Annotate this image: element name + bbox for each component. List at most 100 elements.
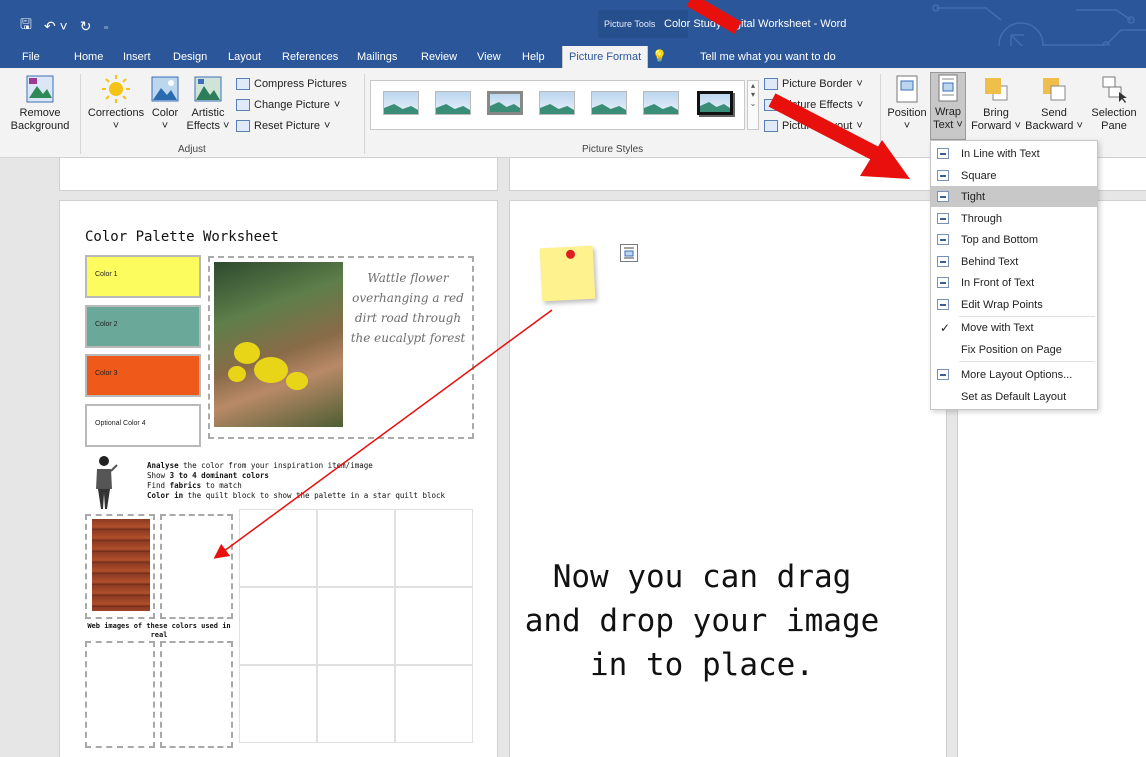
quilt-cell[interactable] [395,587,473,665]
worksheet-title: Color Palette Worksheet [85,229,279,245]
web-image-slot-4[interactable] [160,641,233,748]
web-image-slot-3[interactable] [85,641,155,748]
color-swatch-4[interactable]: Optional Color 4 [85,404,201,447]
change-picture-icon [236,99,250,111]
top-bottom-icon [937,234,949,245]
customize-qat-icon[interactable]: ₌ [103,21,108,32]
position-button[interactable]: Position ˅ [884,74,930,133]
menu-behind-text[interactable]: Behind Text [931,251,1097,272]
tab-references[interactable]: References [282,51,338,63]
quilt-cell[interactable] [317,509,395,587]
picture-style-thumb[interactable] [697,91,733,115]
corrections-label: Corrections [87,107,145,119]
picture-border-button[interactable]: Picture Border ˅ [764,78,863,90]
picture-style-thumb[interactable] [539,91,575,115]
remove-bg-label-2: Background [10,120,70,132]
send-label-1: Send [1041,107,1067,119]
picture-effects-icon [764,99,778,111]
inspiration-photo[interactable] [214,262,343,427]
web-images-label: Web images of these colors used in real [87,622,231,639]
quilt-cell[interactable] [239,665,317,743]
tab-insert[interactable]: Insert [123,51,151,63]
instruction-line-2: Show 3 to 4 dominant colors [147,471,269,480]
picture-layout-button[interactable]: Picture Layout ˅ [764,120,863,132]
menu-edit-wrap-points[interactable]: Edit Wrap Points [931,294,1097,315]
web-image-slot-2[interactable] [160,514,233,619]
tell-me-box[interactable]: Tell me what you want to do [700,51,836,63]
square-wrap-icon [937,170,949,181]
color-swatch-3[interactable]: Color 3 [85,354,201,397]
remove-bg-label-1: Remove [19,107,61,119]
picture-style-thumb[interactable] [383,91,419,115]
selection-pane-button[interactable]: Selection Pane [1086,74,1142,133]
reset-picture-button[interactable]: Reset Picture ˅ [236,120,330,132]
wrap-text-button[interactable]: Wrap Text ˅ [930,72,966,140]
tab-home[interactable]: Home [74,51,103,63]
quilt-cell[interactable] [239,587,317,665]
lightbulb-icon[interactable]: 💡 [652,49,667,63]
corrections-button[interactable]: Corrections ˅ [86,74,146,133]
color-swatch-1[interactable]: Color 1 [85,255,201,298]
remove-background-button[interactable]: Remove Background [4,74,76,133]
reset-picture-label: Reset Picture [254,120,321,132]
send-backward-button[interactable]: Send Backward ˅ [1025,74,1083,133]
selection-label-1: Selection [1091,107,1137,119]
selection-pane-icon [1102,76,1127,103]
picture-style-thumb[interactable] [435,91,471,115]
menu-in-front-of-text[interactable]: In Front of Text [931,272,1097,293]
document-title: Color Study Digital Worksheet - Word [664,18,847,30]
picture-style-thumb[interactable] [487,91,523,115]
wrap-label-1: Wrap [934,106,962,118]
tab-picture-format[interactable]: Picture Format [562,46,649,68]
menu-top-and-bottom[interactable]: Top and Bottom [931,229,1097,250]
tab-review[interactable]: Review [421,51,457,63]
tab-layout[interactable]: Layout [228,51,261,63]
menu-separator [959,361,1095,362]
undo-icon[interactable]: ↶ ˅ [44,18,68,35]
picture-style-thumb[interactable] [591,91,627,115]
menu-fix-position[interactable]: Fix Position on Page [931,339,1097,360]
quilt-cell[interactable] [395,509,473,587]
menu-set-default-layout[interactable]: Set as Default Layout [931,386,1097,407]
change-picture-label: Change Picture [254,99,330,111]
picture-effects-label: Picture Effects [782,99,853,111]
quilt-cell[interactable] [239,509,317,587]
layout-options-icon[interactable] [620,244,638,262]
menu-tight[interactable]: Tight [931,186,1097,207]
tab-help[interactable]: Help [522,51,545,63]
change-picture-button[interactable]: Change Picture ˅ [236,99,340,111]
ribbon-separator [880,74,881,154]
menu-in-line-with-text[interactable]: In Line with Text [931,143,1097,164]
quilt-cell[interactable] [395,665,473,743]
color-swatch-2[interactable]: Color 2 [85,305,201,348]
bring-forward-icon [985,78,1008,101]
title-bar: 🖫 ↶ ˅ ↻ ₌ Picture Tools Color Study Digi… [0,0,1146,96]
compress-pictures-button[interactable]: Compress Pictures [236,78,347,90]
menu-move-with-text[interactable]: ✓ Move with Text [931,317,1097,338]
save-icon[interactable]: 🖫 [20,14,32,38]
color-button[interactable]: Color ˅ [146,74,184,133]
sticky-note-image[interactable] [539,245,596,302]
menu-more-layout-options[interactable]: More Layout Options... [931,364,1097,385]
quilt-cell[interactable] [317,587,395,665]
picture-border-icon [764,78,778,90]
wrap-text-icon [938,74,958,102]
gallery-scroll-button[interactable]: ▴ ▾ ⌄ [747,80,759,130]
picture-style-thumb[interactable] [643,91,679,115]
tab-mailings[interactable]: Mailings [357,51,397,63]
tab-file[interactable]: File [22,51,40,63]
tab-design[interactable]: Design [173,51,207,63]
menu-through[interactable]: Through [931,208,1097,229]
tab-view[interactable]: View [477,51,501,63]
menu-square[interactable]: Square [931,165,1097,186]
roof-tiles-image[interactable] [92,519,150,611]
bring-forward-button[interactable]: Bring Forward ˅ [970,74,1022,133]
artistic-effects-button[interactable]: Artistic Effects ˅ [186,74,230,133]
instruction-line-3: Find fabrics to match [147,481,242,490]
picture-styles-gallery[interactable] [370,80,745,130]
word-window: 🖫 ↶ ˅ ↻ ₌ Picture Tools Color Study Digi… [0,0,1146,757]
redo-icon[interactable]: ↻ [80,18,92,35]
quilt-cell[interactable] [317,665,395,743]
color-icon [151,76,179,102]
picture-effects-button[interactable]: Picture Effects ˅ [764,99,863,111]
